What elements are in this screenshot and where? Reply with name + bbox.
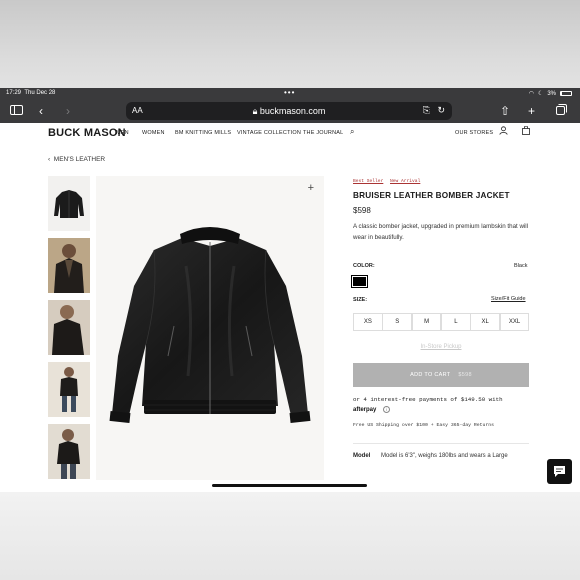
wifi-icon: ◠ [528, 91, 534, 97]
size-label: SIZE: [353, 297, 368, 303]
tabs-icon[interactable] [556, 103, 567, 119]
forward-icon[interactable]: › [66, 103, 70, 119]
thumbnail-1[interactable] [48, 176, 90, 231]
size-l[interactable]: L [440, 313, 471, 331]
badge-best-seller[interactable]: Best Seller [353, 179, 383, 184]
jacket-illustration [109, 227, 311, 424]
reader-icon[interactable]: ⎘ [423, 105, 430, 116]
sidebar-icon[interactable] [10, 103, 23, 119]
site-logo[interactable]: BUCK MASON [48, 127, 126, 139]
zoom-plus-icon[interactable]: + [308, 182, 314, 194]
size-selector: XS S M L XL XXL [353, 313, 530, 331]
nav-knitting-mills[interactable]: BM KNITTING MILLS [175, 130, 231, 136]
afterpay-text: or 4 interest-free payments of $149.50 w… [353, 396, 503, 403]
color-value: Black [514, 263, 528, 269]
color-label: COLOR: [353, 263, 375, 269]
add-to-cart-price: $598 [458, 372, 472, 378]
background [0, 492, 580, 580]
model-label[interactable]: Model [353, 453, 370, 459]
home-indicator[interactable] [212, 484, 367, 487]
size-xxl[interactable]: XXL [499, 313, 530, 331]
cart-icon[interactable] [522, 125, 530, 137]
product-price: $598 [353, 206, 371, 215]
product-title: BRUISER LEATHER BOMBER JACKET [353, 191, 510, 200]
our-stores-link[interactable]: OUR STORES [455, 130, 493, 136]
breadcrumb[interactable]: ‹ MEN'S LEATHER [48, 156, 105, 163]
share-icon[interactable]: ⇧ [500, 103, 510, 119]
size-m[interactable]: M [411, 313, 442, 331]
browser-toolbar: ‹ › AA 🔒︎ buckmason.com ⎘ ↻ ⇧ + [0, 99, 580, 123]
back-icon[interactable]: ‹ [39, 103, 43, 119]
size-xl[interactable]: XL [470, 313, 501, 331]
status-bar: 17:29 Thu Dec 28 ••• ◠ ☾ 3% [0, 88, 580, 99]
nav-men[interactable]: MEN [116, 130, 129, 136]
size-guide-link[interactable]: Size/Fit Guide [491, 296, 526, 302]
color-swatch-black[interactable] [351, 275, 368, 288]
nav-women[interactable]: WOMEN [142, 130, 165, 136]
afterpay-logo: afterpay [353, 407, 377, 413]
info-icon[interactable]: i [383, 406, 390, 413]
add-to-cart-label: ADD TO CART [410, 372, 451, 378]
in-store-pickup-link[interactable]: In-Store Pickup [353, 344, 529, 350]
battery-percent: 3% [547, 90, 556, 97]
thumbnail-3[interactable] [48, 300, 90, 355]
web-page: BUCK MASON MEN WOMEN BM KNITTING MILLS V… [0, 123, 580, 492]
account-icon[interactable] [499, 126, 508, 137]
new-tab-icon[interactable]: + [528, 103, 535, 119]
model-info: Model is 6'3", weighs 180lbs and wears a… [381, 453, 508, 459]
moon-icon: ☾ [537, 91, 544, 97]
search-icon[interactable]: ⌕ [350, 127, 355, 137]
nav-vintage[interactable]: VINTAGE COLLECTION [237, 130, 301, 136]
thumbnail-5[interactable] [48, 424, 90, 479]
size-xs[interactable]: XS [353, 313, 383, 331]
nav-journal[interactable]: THE JOURNAL [303, 130, 343, 136]
reload-icon[interactable]: ↻ [437, 105, 445, 116]
shipping-note: Free US Shipping over $100 + Easy 365-da… [353, 423, 495, 428]
url-text: 🔒︎ buckmason.com [252, 106, 326, 116]
status-time: 17:29 Thu Dec 28 [6, 90, 56, 96]
badge-new-arrival[interactable]: New Arrival [390, 179, 420, 184]
battery-icon [560, 91, 572, 96]
divider [353, 443, 529, 444]
add-to-cart-button[interactable]: ADD TO CART $598 [353, 363, 529, 387]
status-right: ◠ ☾ 3% [529, 90, 572, 97]
thumbnail-2[interactable] [48, 238, 90, 293]
product-main-image[interactable]: + [96, 176, 324, 480]
product-description: A classic bomber jacket, upgraded in pre… [353, 223, 529, 241]
chat-button[interactable] [547, 459, 572, 484]
address-bar[interactable]: AA 🔒︎ buckmason.com ⎘ ↻ [126, 102, 452, 120]
size-s[interactable]: S [382, 313, 413, 331]
thumbnail-4[interactable] [48, 362, 90, 417]
chat-icon [554, 466, 565, 477]
multitask-dots[interactable]: ••• [284, 88, 295, 97]
